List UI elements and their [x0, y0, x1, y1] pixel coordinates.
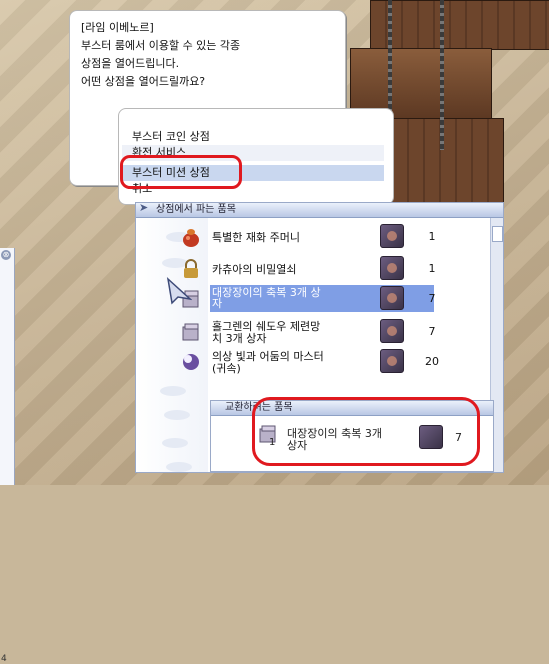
item-card-icon	[380, 286, 404, 310]
cursor-arrow-icon: ➤	[139, 201, 149, 214]
item-card-icon	[380, 319, 404, 343]
dialog-line-3: 어떤 상점을 열어드릴까요?	[81, 75, 206, 88]
left-side-panel: ⊗ 4	[0, 248, 15, 664]
book-box-icon	[182, 323, 199, 341]
shop-item-qty: 7	[428, 292, 436, 305]
shop-item-qty: 1	[428, 230, 436, 243]
shop-item-name-line-1: 대장장이의 축복 3개 상	[212, 286, 321, 299]
orb-icon	[183, 354, 199, 370]
dialog-line-1: 부스터 룸에서 이용할 수 있는 각종	[81, 39, 241, 52]
left-panel-number: 4	[1, 654, 7, 664]
npc-name-line: [라임 이베노르]	[81, 21, 154, 34]
shop-item-name-line-2: 치 3개 상자	[212, 332, 267, 345]
menu-item-booster-coin-shop[interactable]: 부스터 코인 상점	[122, 129, 384, 145]
item-card-icon	[380, 256, 404, 280]
shop-item-row[interactable]: 특별한 재화 주머니 1	[136, 221, 490, 251]
crate-low-right	[392, 118, 504, 208]
shop-item-qty: 20	[425, 355, 439, 368]
shop-title-bar: ➤ 상점에서 파는 품목	[136, 201, 503, 218]
item-card-icon	[380, 224, 404, 248]
mouse-cursor-icon	[166, 277, 192, 305]
red-pouch-icon	[183, 229, 199, 247]
shop-item-qty: 1	[428, 262, 436, 275]
shop-item-name-line-2: 자	[212, 297, 223, 310]
item-card-icon	[380, 349, 404, 373]
shop-item-name: 특별한 재화 주머니	[212, 231, 300, 244]
annotation-circle-exchange	[252, 397, 480, 466]
scrollbar-thumb[interactable]	[492, 226, 503, 242]
shop-title: 상점에서 파는 품목	[156, 204, 236, 215]
annotation-circle-menu	[120, 155, 242, 189]
shop-item-name-line-2: (귀속)	[212, 362, 241, 375]
shop-item-qty: 7	[428, 325, 436, 338]
dialog-line-2: 상점을 열어드립니다.	[81, 57, 180, 70]
crate-top-right	[370, 0, 549, 50]
chain-2	[440, 0, 444, 150]
shop-item-row[interactable]: 홀그렌의 쉐도우 제련망 치 3개 상자 7	[136, 316, 490, 346]
shop-item-row[interactable]: 의상 빛과 어둠의 마스터 (귀속) 20	[136, 346, 490, 376]
close-icon[interactable]: ⊗	[1, 250, 11, 260]
shop-item-name: 카츄아의 비밀열쇠	[212, 263, 297, 276]
